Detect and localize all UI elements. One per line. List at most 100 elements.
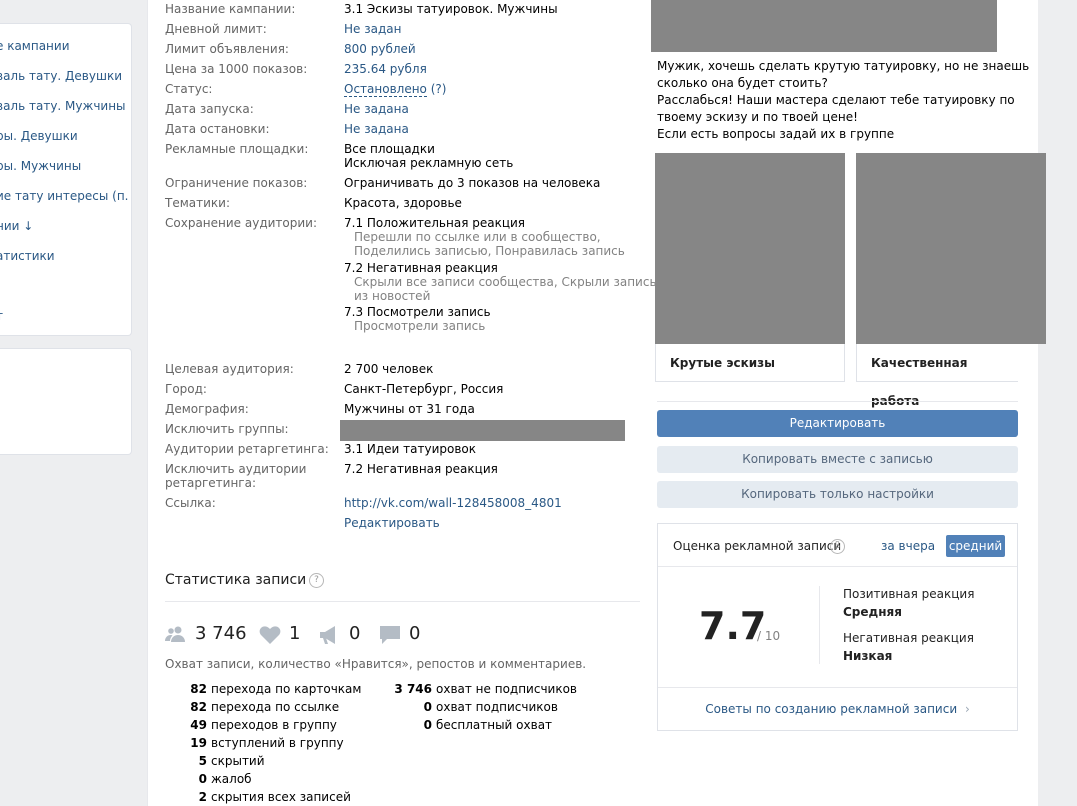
value-campaign-name: 3.1 Эскизы татуировок. Мужчины: [344, 2, 558, 16]
ad-text-line: Если есть вопросы задай их в группе: [657, 127, 895, 141]
label-exclude-groups: Исключить группы:: [165, 422, 289, 436]
label-stop-date: Дата остановки:: [165, 122, 270, 136]
audience-save-sub-1a: Перешли по ссылке или в сообщество,: [354, 230, 601, 244]
status-dropdown[interactable]: Остановлено: [344, 82, 427, 97]
value-stop-date[interactable]: Не задана: [344, 122, 409, 136]
redacted-groups: [340, 420, 625, 441]
beta-badge: β: [830, 539, 845, 554]
stats-row: 0 жалоб: [165, 772, 252, 786]
comment-icon: [380, 626, 400, 644]
status-value[interactable]: Остановлено (?): [344, 82, 447, 97]
stats-row-text: перехода по ссылке: [211, 700, 340, 714]
value-platforms-extra: Исключая рекламную сеть: [344, 156, 514, 170]
label-platforms: Рекламные площадки:: [165, 142, 309, 156]
value-cpm[interactable]: 235.64 рубля: [344, 62, 427, 76]
value-ad-limit[interactable]: 800 рублей: [344, 42, 416, 56]
value-start-date[interactable]: Не задана: [344, 102, 409, 116]
stats-row: 82 перехода по ссылке: [165, 700, 339, 714]
likes-count: 1: [289, 623, 301, 644]
negative-reaction-value: Низкая: [843, 649, 893, 663]
audience-save-title-1: 7.1 Положительная реакция: [344, 216, 526, 230]
stats-row-text: скрытий: [211, 754, 265, 768]
stats-row-text: охват подписчиков: [436, 700, 558, 714]
stats-row-text: вступлений в группу: [211, 736, 344, 750]
value-retargeting: 3.1 Идеи татуировок: [344, 442, 477, 456]
stats-row-text: бесплатный охват: [436, 718, 553, 732]
period-average-tab[interactable]: средний: [946, 535, 1005, 557]
sidebar-item-ad-women[interactable]: валь тату. Девушки: [0, 69, 128, 83]
sidebar-item-men[interactable]: ры. Мужчины: [0, 159, 128, 173]
reposts-count: 0: [349, 623, 361, 644]
stats-row-text: скрытия всех записей: [211, 790, 351, 804]
stats-row: 19 вступлений в группу: [165, 736, 344, 750]
value-daily-limit[interactable]: Не задан: [344, 22, 401, 36]
stats-row-text: перехода по карточкам: [211, 682, 362, 696]
ad-text-line: сколько она будет стоить?: [657, 76, 828, 90]
stats-row-number: 5: [198, 754, 207, 768]
carousel-card-image-1[interactable]: [655, 153, 845, 344]
audience-save-title-3: 7.3 Посмотрели запись: [344, 305, 491, 319]
stats-row-number: 82: [190, 700, 207, 714]
carousel-card-caption-2[interactable]: Качественная работа: [856, 344, 1018, 408]
carousel-card-image-2[interactable]: [856, 153, 1046, 344]
value-platforms: Все площадки: [344, 142, 435, 156]
positive-reaction-value: Средняя: [843, 605, 902, 619]
audience-save-sub-2b: из новостей: [354, 289, 431, 303]
audience-save-sub-3a: Просмотрели запись: [354, 319, 486, 333]
label-audience-save: Сохранение аудитории:: [165, 216, 318, 230]
stats-row-number: 0: [198, 772, 207, 786]
ad-text-line: твоему эскизу и по твоей цене!: [657, 110, 858, 124]
copy-settings-button[interactable]: Копировать только настройки: [657, 481, 1018, 508]
stats-description: Охват записи, количество «Нравится», реп…: [165, 657, 587, 671]
label-link: Ссылка:: [165, 496, 216, 510]
stats-row-number: 19: [190, 736, 207, 750]
stats-row: 49 переходов в группу: [165, 718, 337, 732]
sidebar-item-statistics[interactable]: атистики: [0, 249, 128, 263]
stats-row-text: охват не подписчиков: [436, 682, 577, 696]
value-link[interactable]: http://vk.com/wall-128458008_4801: [344, 496, 562, 510]
negative-reaction-label: Негативная реакция: [843, 631, 974, 645]
rating-max: / 10: [757, 629, 781, 643]
stats-row-number: 2: [198, 790, 207, 804]
stats-row-text: жалоб: [211, 772, 252, 786]
sidebar-item-last[interactable]: т: [0, 309, 128, 323]
tips-link-text[interactable]: Советы по созданию рекламной записи: [705, 702, 957, 716]
label-ad-limit: Лимит объявления:: [165, 42, 289, 56]
sidebar-item-ad-men[interactable]: валь тату. Мужчины: [0, 99, 128, 113]
audience-save-title-2: 7.2 Негативная реакция: [344, 261, 498, 275]
value-city: Санкт-Петербург, Россия: [344, 382, 504, 396]
label-cpm: Цена за 1000 показов:: [165, 62, 308, 76]
sidebar-block: [0, 348, 132, 455]
stats-row-number: 82: [190, 682, 207, 696]
value-impressions-limit: Ограничивать до 3 показов на человека: [344, 176, 601, 190]
edit-link[interactable]: Редактировать: [344, 516, 440, 530]
label-status: Статус:: [165, 82, 213, 96]
audience-save-sub-2a: Скрыли все записи сообщества, Скрыли зап…: [354, 275, 657, 289]
edit-button[interactable]: Редактировать: [657, 410, 1018, 437]
tips-link[interactable]: Советы по созданию рекламной записи ›: [658, 702, 1017, 716]
rating-header-divider: [658, 566, 1017, 567]
ad-text-line: Расслабься! Наши мастера сделают тебе та…: [657, 93, 1015, 107]
stats-title: Статистика записи: [165, 572, 307, 588]
stats-help-icon[interactable]: ?: [309, 573, 324, 588]
label-target-audience: Целевая аудитория:: [165, 362, 294, 376]
positive-reaction-label: Позитивная реакция: [843, 587, 975, 601]
ad-text-line: Мужик, хочешь сделать крутую татуировку,…: [657, 59, 1030, 73]
ad-image: [651, 0, 997, 52]
like-icon: [259, 626, 281, 644]
copy-with-post-button[interactable]: Копировать вместе с записью: [657, 446, 1018, 473]
comments-count: 0: [409, 623, 421, 644]
sidebar-item-more[interactable]: нии ↓: [0, 219, 128, 233]
status-help-icon[interactable]: (?): [431, 82, 447, 96]
period-yesterday-tab[interactable]: за вчера: [881, 539, 935, 553]
label-start-date: Дата запуска:: [165, 102, 254, 116]
reach-count: 3 746: [195, 623, 247, 644]
sidebar-item-women[interactable]: ры. Девушки: [0, 129, 128, 143]
sidebar-item-interests[interactable]: ие тату интересы (п...: [0, 189, 128, 203]
stats-row-number: 49: [190, 718, 207, 732]
sidebar-item-campaigns[interactable]: е кампании: [0, 39, 128, 53]
stats-row: 5 скрытий: [165, 754, 265, 768]
sidebar-menu: е кампании валь тату. Девушки валь тату.…: [0, 23, 132, 336]
carousel-card-caption-1[interactable]: Крутые эскизы: [655, 344, 845, 382]
label-retargeting: Аудитории ретаргетинга:: [165, 442, 329, 456]
